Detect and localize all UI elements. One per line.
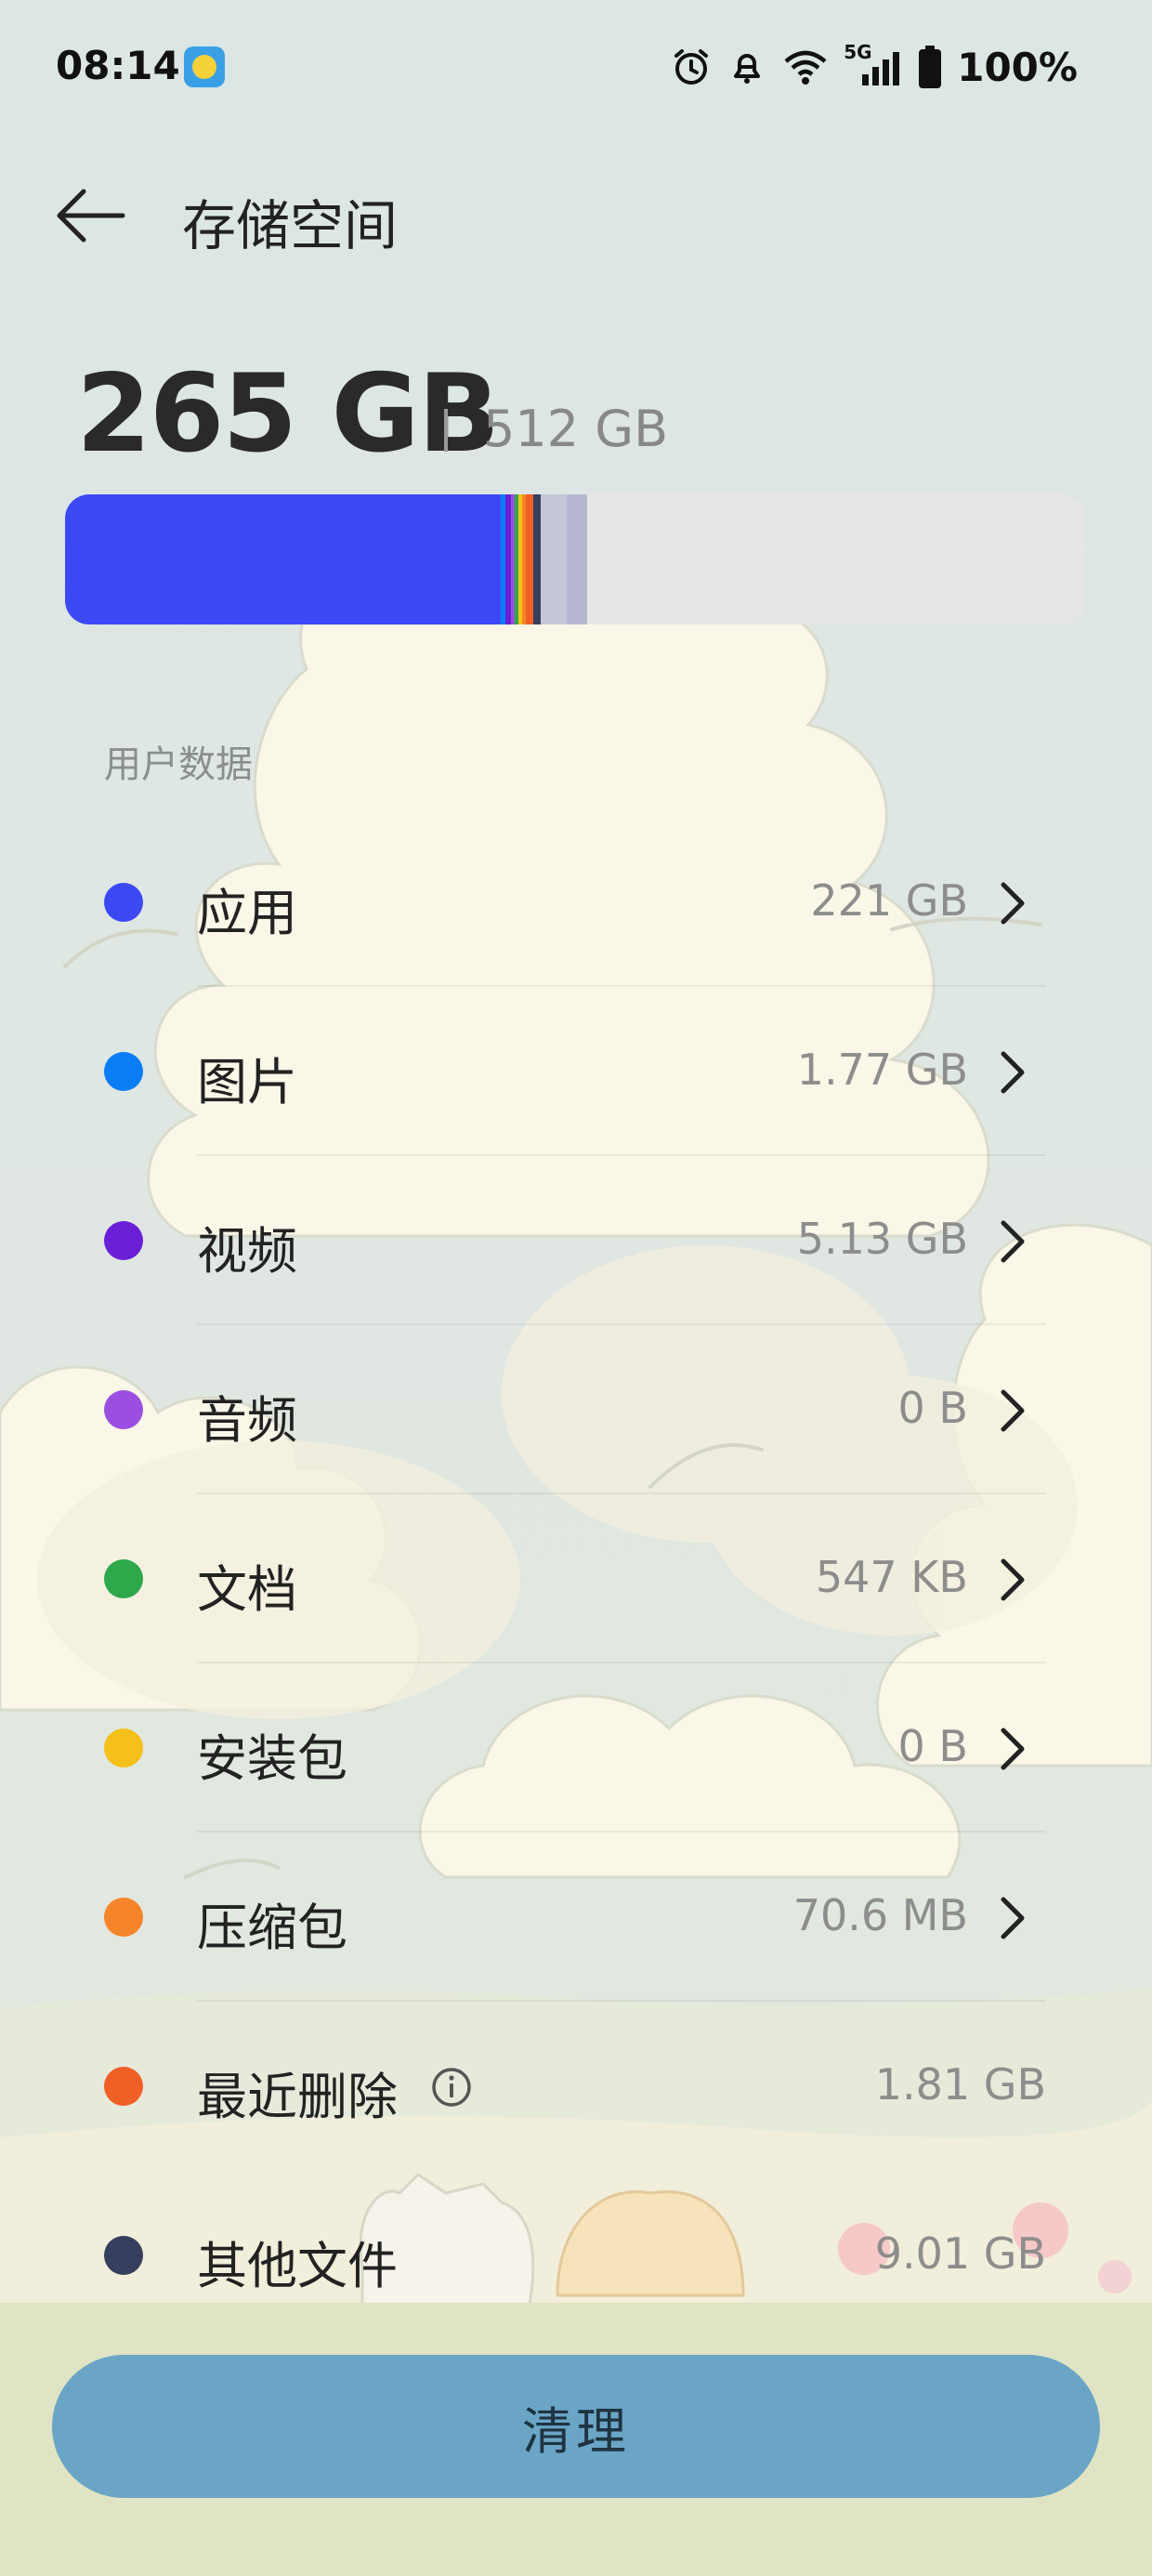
back-arrow-icon	[57, 189, 125, 243]
category-dot	[104, 1898, 143, 1937]
alarm-icon	[674, 49, 709, 85]
category-row-install-packages[interactable]: 安装包 0 B	[0, 1663, 1152, 1833]
summary-divider	[444, 409, 448, 452]
category-row-images[interactable]: 图片 1.77 GB	[0, 987, 1152, 1156]
total-storage: 512 GB	[483, 400, 669, 458]
usage-segment-apps	[65, 494, 501, 624]
bell-icon	[734, 54, 761, 84]
category-dot	[104, 2236, 143, 2275]
category-name: 图片	[197, 1053, 297, 1111]
usage-segment-recently-deleted	[526, 494, 533, 624]
chevron-right-icon	[1001, 1897, 1025, 1939]
usage-segment-system	[541, 494, 567, 624]
category-name: 其他文件	[197, 2237, 398, 2295]
category-row-audio[interactable]: 音频 0 B	[0, 1325, 1152, 1494]
chevron-right-icon	[1001, 1220, 1025, 1263]
storage-usage-bar	[65, 494, 1085, 624]
category-name: 应用	[197, 884, 297, 942]
usage-segment-other	[533, 494, 541, 624]
usage-segment-reserved	[567, 494, 587, 624]
chevron-right-icon	[1001, 882, 1025, 925]
status-icons: 5G 100%	[671, 41, 1078, 93]
category-size: 1.81 GB	[874, 2059, 1046, 2109]
back-button[interactable]	[52, 177, 130, 255]
category-name: 压缩包	[197, 1899, 347, 1957]
cellular-signal-icon: 5G	[844, 41, 903, 87]
chevron-right-icon	[1001, 1558, 1025, 1601]
category-size: 5.13 GB	[796, 1214, 968, 1264]
category-size: 0 B	[897, 1721, 968, 1771]
chevron-right-icon	[1001, 1389, 1025, 1432]
clean-button[interactable]: 清理	[52, 2355, 1100, 2498]
battery-icon	[919, 46, 942, 88]
category-name: 视频	[197, 1222, 297, 1281]
category-dot	[104, 1559, 143, 1598]
category-name: 安装包	[197, 1729, 347, 1788]
category-name: 最近删除	[197, 2068, 398, 2126]
category-size: 547 KB	[815, 1552, 968, 1602]
battery-percentage: 100%	[957, 44, 1078, 90]
status-bar: 08:14 5G 100%	[0, 0, 1152, 139]
category-size: 221 GB	[810, 875, 968, 926]
category-dot	[104, 1221, 143, 1260]
category-dot	[104, 1052, 143, 1091]
category-dot	[104, 1390, 143, 1429]
category-row-apps[interactable]: 应用 221 GB	[0, 818, 1152, 987]
category-size: 0 B	[897, 1383, 968, 1433]
chevron-right-icon	[1001, 1728, 1025, 1770]
category-dot	[104, 2067, 143, 2106]
category-dot	[104, 883, 143, 922]
category-dot	[104, 1728, 143, 1768]
category-name: 文档	[197, 1560, 297, 1619]
chevron-right-icon	[1001, 1051, 1025, 1094]
info-icon[interactable]	[429, 2065, 474, 2109]
section-label: 用户数据	[104, 743, 253, 786]
category-row-videos[interactable]: 视频 5.13 GB	[0, 1156, 1152, 1325]
category-row-documents[interactable]: 文档 547 KB	[0, 1494, 1152, 1663]
page-title: 存储空间	[182, 194, 399, 257]
category-size: 70.6 MB	[792, 1890, 968, 1940]
category-row-archives[interactable]: 压缩包 70.6 MB	[0, 1833, 1152, 2002]
wifi-icon	[784, 50, 827, 85]
category-name: 音频	[197, 1391, 297, 1450]
used-storage: 265 GB	[76, 351, 500, 477]
category-size: 1.77 GB	[796, 1045, 968, 1095]
category-row-recently-deleted[interactable]: 最近删除 1.81 GB	[0, 2002, 1152, 2171]
category-size: 9.01 GB	[874, 2228, 1046, 2279]
app-notification-icon	[184, 46, 225, 87]
clock: 08:14	[56, 43, 180, 88]
